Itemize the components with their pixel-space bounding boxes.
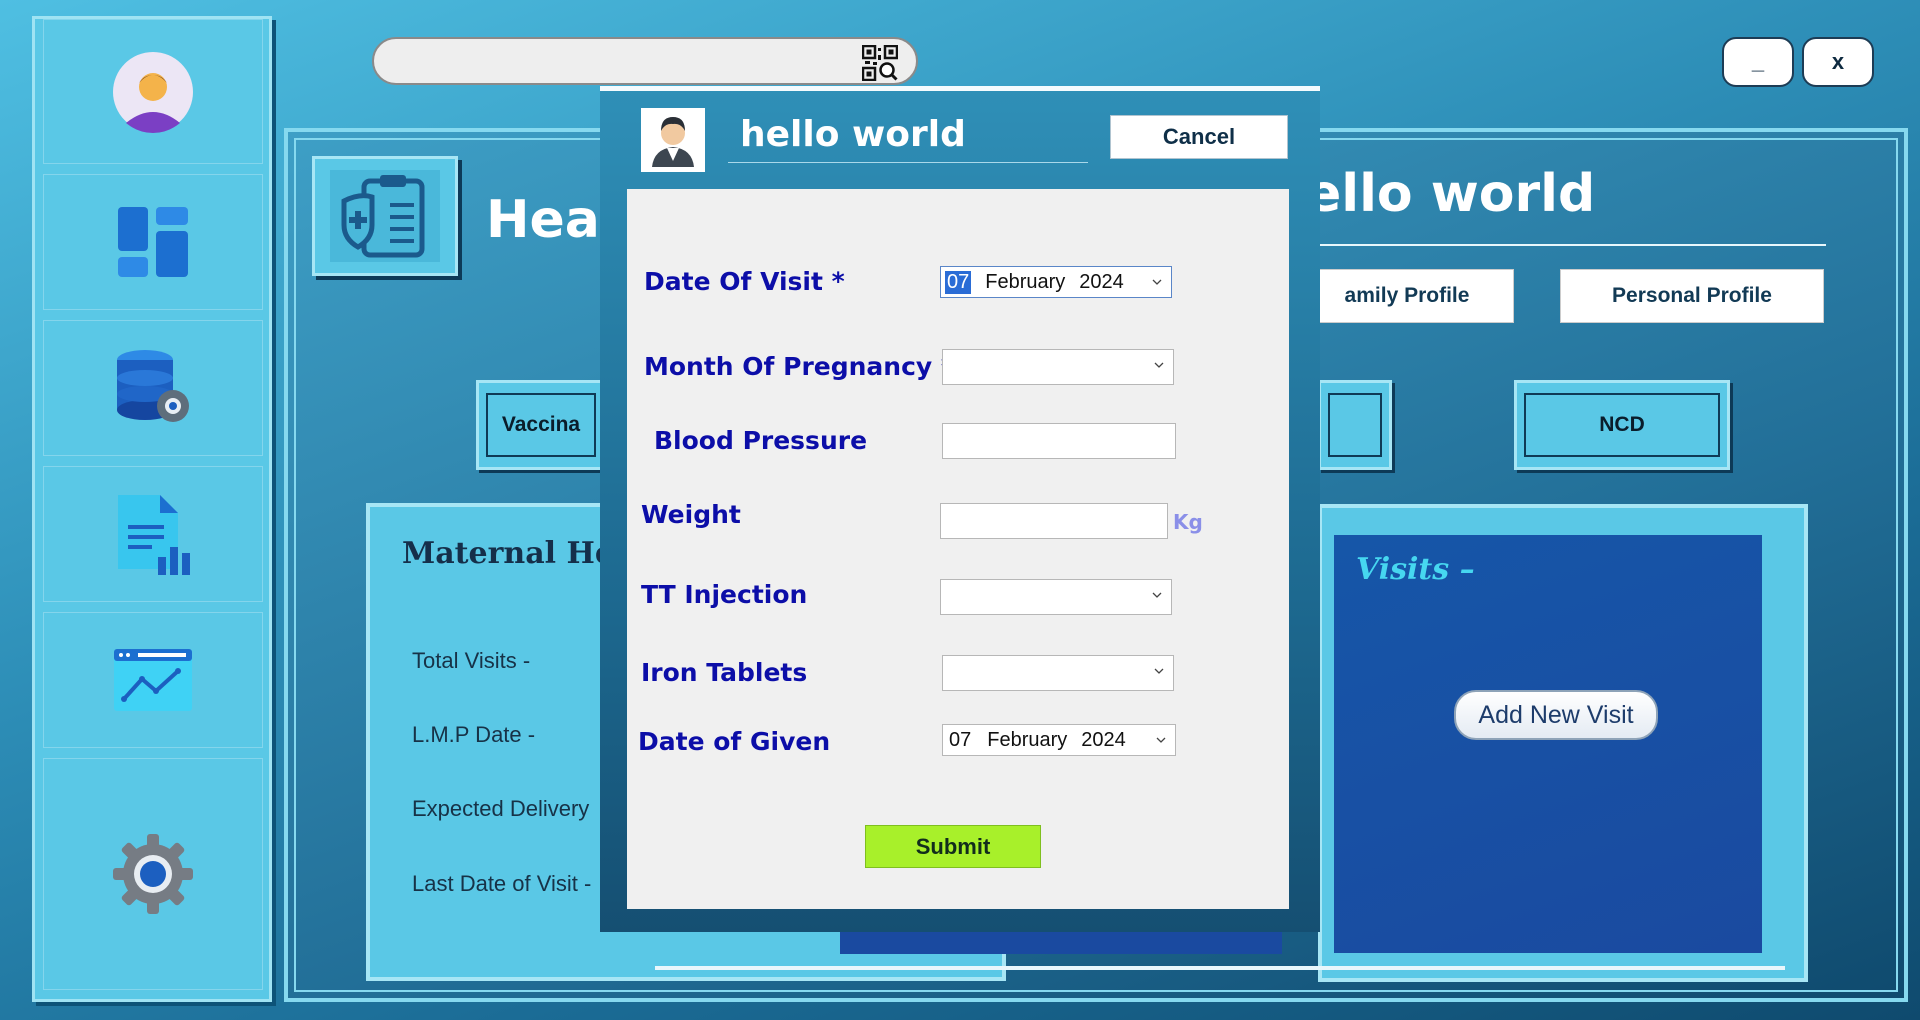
ncd-label: NCD	[1524, 393, 1720, 457]
chevron-down-icon[interactable]	[1151, 276, 1163, 288]
qr-scan-icon[interactable]	[862, 45, 898, 81]
sidebar	[32, 16, 272, 1002]
date-of-given-label: Date of Given	[638, 727, 831, 756]
family-profile-button[interactable]: amily Profile	[1300, 269, 1514, 323]
date-of-visit-label: Date Of Visit *	[644, 267, 845, 296]
chevron-down-icon[interactable]	[1155, 734, 1167, 746]
tt-injection-label: TT Injection	[641, 580, 808, 609]
database-settings-icon	[117, 350, 189, 422]
expected-delivery-label: Expected Delivery	[412, 796, 590, 821]
date-of-given-month: February	[987, 728, 1068, 751]
user-avatar-icon	[113, 51, 193, 133]
date-of-visit-month: February	[985, 270, 1066, 293]
dashboard-icon	[118, 207, 188, 277]
visits-panel	[1334, 535, 1762, 953]
weight-unit: Kg	[1173, 510, 1203, 534]
close-button[interactable]: x	[1802, 37, 1874, 87]
add-new-visit-button[interactable]: Add New Visit	[1454, 690, 1658, 740]
cancel-button[interactable]: Cancel	[1110, 115, 1288, 159]
page-title-left: Heal	[486, 190, 618, 250]
search-bar[interactable]	[372, 37, 918, 85]
weight-label: Weight	[641, 500, 741, 529]
last-date-of-visit-label: Last Date of Visit -	[412, 871, 592, 896]
submit-button[interactable]: Submit	[865, 825, 1041, 868]
month-of-pregnancy-select[interactable]	[942, 349, 1174, 385]
chevron-down-icon[interactable]	[1153, 665, 1165, 677]
date-of-given-day: 07	[949, 728, 972, 751]
chevron-down-icon[interactable]	[1153, 359, 1165, 371]
date-of-visit-picker[interactable]: 07 February 2024	[940, 266, 1172, 298]
bottom-divider	[655, 966, 1785, 970]
health-logo	[312, 156, 458, 276]
sidebar-item-dashboard[interactable]	[43, 174, 263, 310]
personal-profile-button[interactable]: Personal Profile	[1560, 269, 1824, 323]
date-of-given-year: 2024	[1081, 728, 1126, 751]
dialog-avatar	[641, 108, 705, 172]
iron-tablets-label: Iron Tablets	[641, 658, 808, 687]
total-visits-label: Total Visits -	[412, 648, 531, 673]
blood-pressure-input[interactable]	[942, 423, 1176, 459]
blood-pressure-label: Blood Pressure	[654, 426, 868, 455]
sidebar-item-settings[interactable]	[43, 758, 263, 990]
title-underline	[1306, 244, 1826, 246]
page-title-right: ello world	[1306, 164, 1596, 224]
health-clipboard-icon	[341, 175, 425, 258]
sidebar-item-database[interactable]	[43, 320, 263, 456]
analytics-icon	[114, 649, 192, 711]
doctor-avatar-icon	[652, 117, 694, 167]
settings-gear-icon	[113, 834, 193, 914]
month-of-pregnancy-label: Month Of Pregnancy *	[644, 352, 954, 381]
lmp-date-label: L.M.P Date -	[412, 722, 536, 747]
chevron-down-icon[interactable]	[1151, 589, 1163, 601]
visits-title: Visits –	[1356, 552, 1475, 587]
category-button[interactable]	[1318, 380, 1392, 470]
weight-input[interactable]	[940, 503, 1168, 539]
search-input[interactable]	[394, 47, 834, 75]
dialog-title-underline	[728, 162, 1088, 163]
tt-injection-select[interactable]	[940, 579, 1172, 615]
sidebar-item-profile[interactable]	[43, 19, 263, 164]
vaccination-label: Vaccina	[486, 393, 596, 457]
minimize-button[interactable]: _	[1722, 37, 1794, 87]
iron-tablets-select[interactable]	[942, 655, 1174, 691]
ncd-button[interactable]: NCD	[1514, 380, 1730, 470]
vaccination-button[interactable]: Vaccina	[476, 380, 606, 470]
report-icon	[118, 495, 190, 575]
category-button-frame	[1328, 393, 1382, 457]
date-of-given-picker[interactable]: 07 February 2024	[942, 724, 1176, 756]
date-of-visit-year: 2024	[1079, 270, 1124, 293]
sidebar-item-analytics[interactable]	[43, 612, 263, 748]
date-of-visit-day: 07	[945, 270, 972, 294]
sidebar-item-reports[interactable]	[43, 466, 263, 602]
panel-strip	[840, 930, 1282, 954]
dialog-title: hello world	[740, 114, 966, 155]
